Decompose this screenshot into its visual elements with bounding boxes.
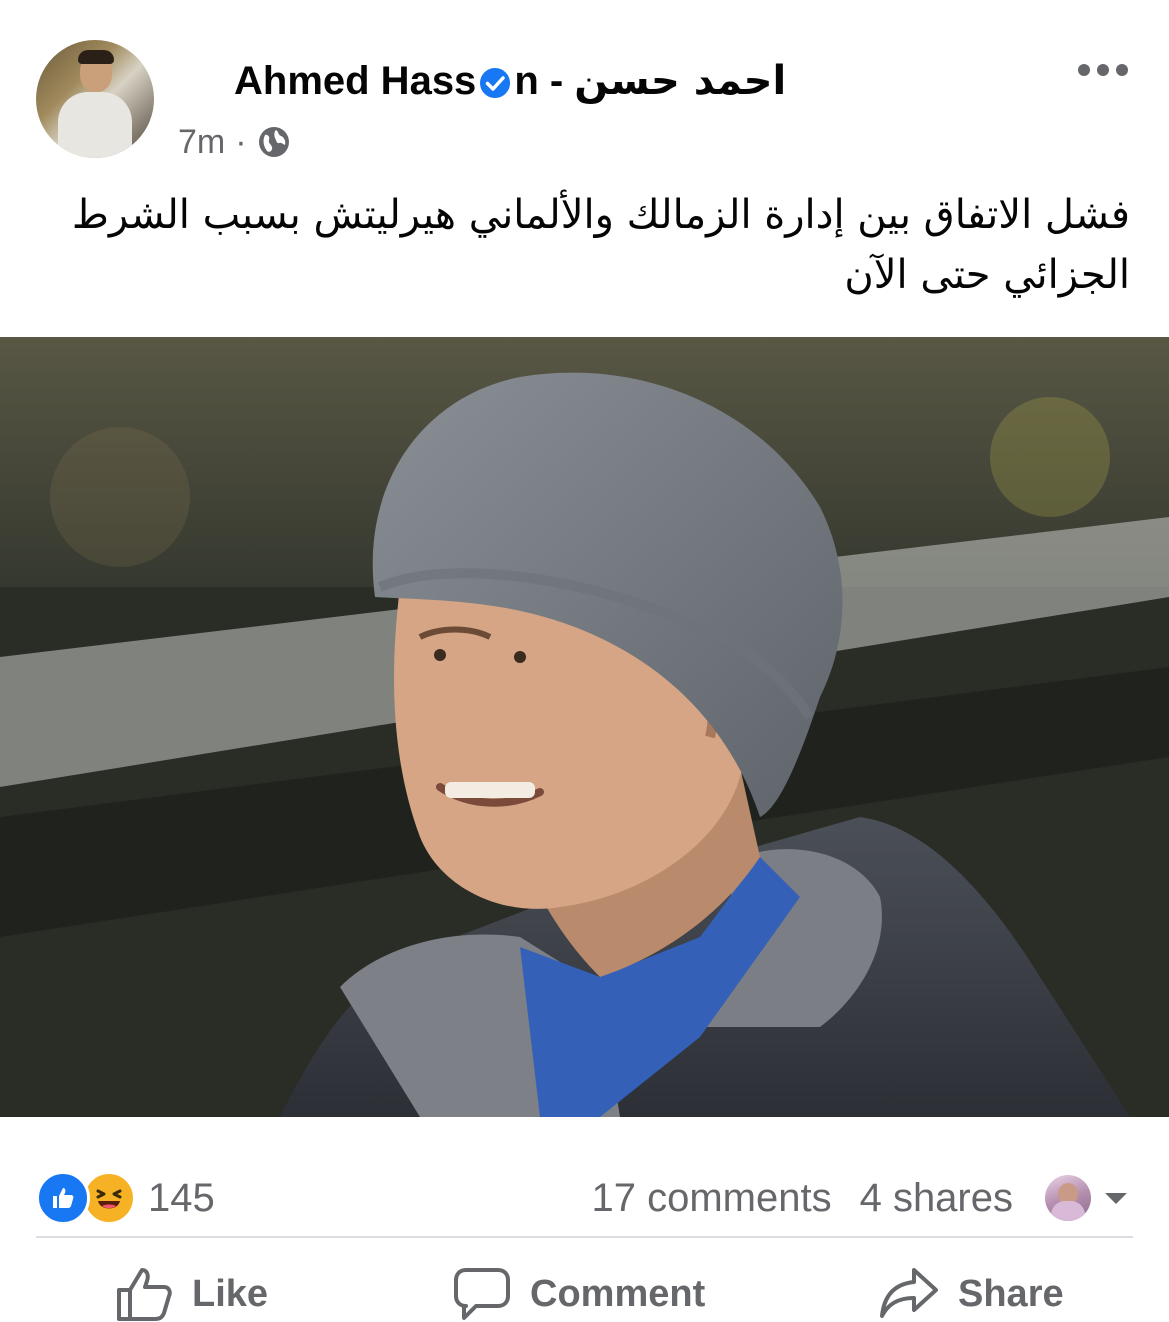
post-timestamp[interactable]: 7m (178, 123, 225, 162)
engagement-summary: 17 comments 4 shares (591, 1160, 1127, 1236)
author-name[interactable]: Ahmed Hass n - احمد حسن (234, 56, 786, 106)
author-avatar[interactable] (36, 40, 154, 158)
like-reaction-icon (36, 1171, 90, 1225)
comment-bubble-icon (454, 1268, 510, 1320)
like-button[interactable]: Like (116, 1266, 268, 1322)
author-name-separator: - (538, 58, 575, 103)
like-thumb-icon (117, 1268, 172, 1321)
meta-separator: · (235, 122, 247, 161)
post-stats: 145 17 comments 4 shares (0, 1120, 1169, 1235)
reaction-count: 145 (148, 1175, 215, 1220)
post-header: Ahmed Hass n - احمد حسن 7m · (0, 0, 1169, 170)
author-name-arabic: احمد حسن (574, 58, 787, 104)
dropdown-caret-icon[interactable] (1105, 1192, 1127, 1204)
action-bar: Like Comment Share (0, 1250, 1169, 1321)
author-name-latin: Ahmed Hass (234, 58, 477, 103)
comment-button[interactable]: Comment (452, 1266, 705, 1322)
comments-count[interactable]: 17 comments (591, 1176, 831, 1221)
shares-count[interactable]: 4 shares (860, 1176, 1013, 1221)
post-text: فشل الاتفاق بين إدارة الزمالك والألماني … (71, 192, 1130, 298)
share-arrow-icon (880, 1268, 938, 1318)
author-name-latin-tail: n (514, 58, 539, 103)
globe-icon[interactable] (257, 125, 291, 159)
reaction-summary[interactable]: 145 (36, 1160, 215, 1236)
post-meta: 7m · (178, 120, 291, 164)
divider (36, 1236, 1133, 1238)
more-options-icon[interactable] (1078, 56, 1128, 84)
haha-reaction-icon (82, 1171, 136, 1225)
post-photo[interactable] (0, 337, 1169, 1117)
share-label: Share (958, 1272, 1064, 1315)
like-label: Like (192, 1272, 269, 1315)
viewer-avatar[interactable] (1045, 1175, 1091, 1221)
comment-label: Comment (530, 1272, 706, 1315)
verified-badge-icon (478, 66, 513, 100)
share-button[interactable]: Share (878, 1266, 1064, 1322)
